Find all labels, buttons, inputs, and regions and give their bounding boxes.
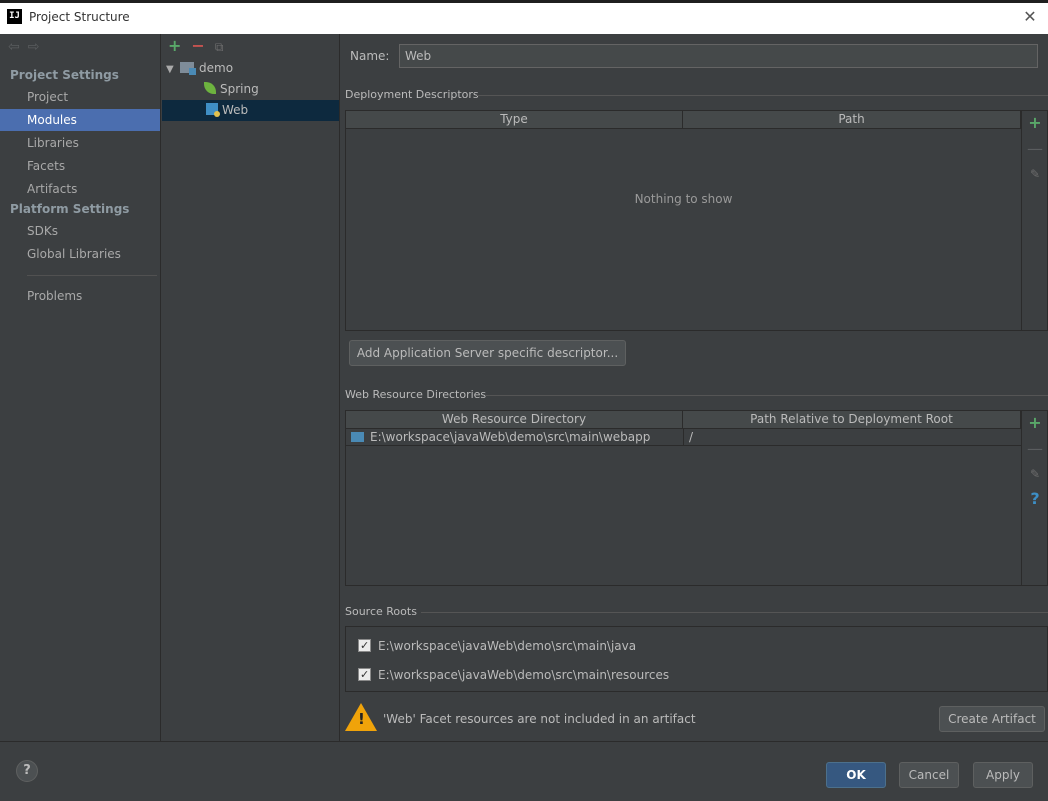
source-root-path: E:\workspace\javaWeb\demo\src\main\resou… — [378, 668, 670, 682]
sidebar-item-libraries[interactable]: Libraries — [0, 132, 160, 154]
facet-settings-panel: Name: Web Deployment Descriptors Type Pa… — [341, 34, 1048, 741]
source-roots-list: E:\workspace\javaWeb\demo\src\main\java … — [345, 626, 1048, 692]
spring-icon — [204, 82, 216, 94]
add-directory-icon[interactable]: + — [1027, 413, 1043, 432]
back-arrow-icon[interactable]: ⇦ — [8, 39, 20, 55]
deployment-descriptors-table[interactable]: Type Path Nothing to show — [345, 110, 1022, 331]
title-bar: IJ Project Structure ✕ — [0, 0, 1048, 34]
source-root-checkbox[interactable] — [358, 666, 371, 684]
web-facet-icon — [206, 103, 220, 117]
create-artifact-button[interactable]: Create Artifact — [939, 706, 1045, 732]
sidebar-item-facets[interactable]: Facets — [0, 155, 160, 177]
remove-icon[interactable]: − — [191, 36, 204, 55]
directory-path: E:\workspace\javaWeb\demo\src\main\webap… — [370, 430, 651, 444]
add-server-descriptor-button[interactable]: Add Application Server specific descript… — [349, 340, 626, 366]
column-header-path[interactable]: Path — [683, 111, 1021, 128]
tree-node-demo[interactable]: ▼ demo — [166, 58, 233, 79]
copy-icon[interactable]: ⧉ — [215, 40, 224, 54]
cancel-button[interactable]: Cancel — [899, 762, 959, 788]
web-resource-directories-table[interactable]: Web Resource Directory Path Relative to … — [345, 410, 1022, 586]
column-header-directory[interactable]: Web Resource Directory — [346, 411, 683, 428]
add-descriptor-icon[interactable]: + — [1027, 113, 1043, 132]
expand-triangle-icon[interactable]: ▼ — [166, 59, 180, 80]
tree-node-label: Web — [222, 103, 249, 117]
list-item[interactable]: E:\workspace\javaWeb\demo\src\main\java — [358, 637, 636, 655]
relative-path-cell: / — [689, 430, 694, 444]
sidebar-divider — [27, 275, 157, 276]
help-icon[interactable]: ? — [1027, 489, 1043, 508]
remove-directory-icon[interactable]: — — [1027, 439, 1043, 458]
ok-button[interactable]: OK — [826, 762, 886, 788]
tree-toolbar: + − ⧉ — [168, 36, 223, 55]
tree-node-label: Spring — [220, 82, 259, 96]
edit-descriptor-icon[interactable]: ✎ — [1027, 167, 1043, 181]
dialog-footer: ? OK Cancel Apply — [0, 741, 1048, 801]
window-title: Project Structure — [29, 10, 130, 24]
module-folder-icon — [180, 62, 196, 75]
cell-divider — [683, 429, 684, 446]
tree-node-web[interactable]: Web — [162, 100, 339, 121]
warning-message: 'Web' Facet resources are not included i… — [383, 712, 696, 726]
remove-descriptor-icon[interactable]: — — [1027, 139, 1043, 158]
sidebar-item-project[interactable]: Project — [0, 86, 160, 108]
add-icon[interactable]: + — [168, 36, 181, 55]
close-icon[interactable]: ✕ — [1020, 7, 1040, 27]
module-tree: + − ⧉ ▼ demo Spring Web — [162, 34, 340, 741]
sidebar-item-problems[interactable]: Problems — [0, 285, 160, 307]
tree-node-spring[interactable]: Spring — [204, 79, 259, 100]
facet-name-input[interactable]: Web — [399, 44, 1038, 68]
intellij-app-icon: IJ — [7, 9, 22, 24]
descriptor-side-toolbar: + — ✎ — [1022, 110, 1048, 331]
table-header: Web Resource Directory Path Relative to … — [346, 411, 1021, 429]
history-arrows: ⇦ ⇨ — [8, 39, 47, 55]
tree-node-label: demo — [199, 61, 234, 75]
source-root-path: E:\workspace\javaWeb\demo\src\main\java — [378, 639, 637, 653]
help-icon[interactable]: ? — [16, 760, 38, 782]
warning-exclamation: ! — [358, 710, 365, 728]
section-divider — [421, 612, 1048, 613]
project-settings-heading: Project Settings — [10, 68, 119, 82]
source-roots-title: Source Roots — [345, 605, 417, 618]
settings-sidebar: ⇦ ⇨ Project Settings Project Modules Libr… — [0, 34, 161, 741]
platform-settings-heading: Platform Settings — [10, 202, 130, 216]
apply-button[interactable]: Apply — [973, 762, 1033, 788]
table-row[interactable]: E:\workspace\javaWeb\demo\src\main\webap… — [346, 429, 1021, 446]
source-root-checkbox[interactable] — [358, 637, 371, 655]
forward-arrow-icon[interactable]: ⇨ — [28, 39, 40, 55]
list-item[interactable]: E:\workspace\javaWeb\demo\src\main\resou… — [358, 666, 669, 684]
empty-table-message: Nothing to show — [634, 192, 733, 206]
sidebar-item-artifacts[interactable]: Artifacts — [0, 178, 160, 200]
edit-directory-icon[interactable]: ✎ — [1027, 467, 1043, 481]
table-header: Type Path — [346, 111, 1021, 129]
sidebar-item-global-libraries[interactable]: Global Libraries — [0, 243, 160, 265]
web-dirs-side-toolbar: + — ✎ ? — [1022, 410, 1048, 586]
section-divider — [485, 395, 1048, 396]
sidebar-item-modules[interactable]: Modules — [0, 109, 160, 131]
name-label: Name: — [350, 49, 390, 63]
directory-cell: E:\workspace\javaWeb\demo\src\main\webap… — [351, 429, 650, 445]
web-folder-icon — [351, 432, 364, 442]
web-resource-directories-title: Web Resource Directories — [345, 388, 487, 401]
deployment-descriptors-title: Deployment Descriptors — [345, 88, 479, 101]
section-divider — [477, 95, 1048, 96]
column-header-relative-path[interactable]: Path Relative to Deployment Root — [683, 411, 1021, 428]
column-header-type[interactable]: Type — [346, 111, 683, 128]
sidebar-item-sdks[interactable]: SDKs — [0, 220, 160, 242]
